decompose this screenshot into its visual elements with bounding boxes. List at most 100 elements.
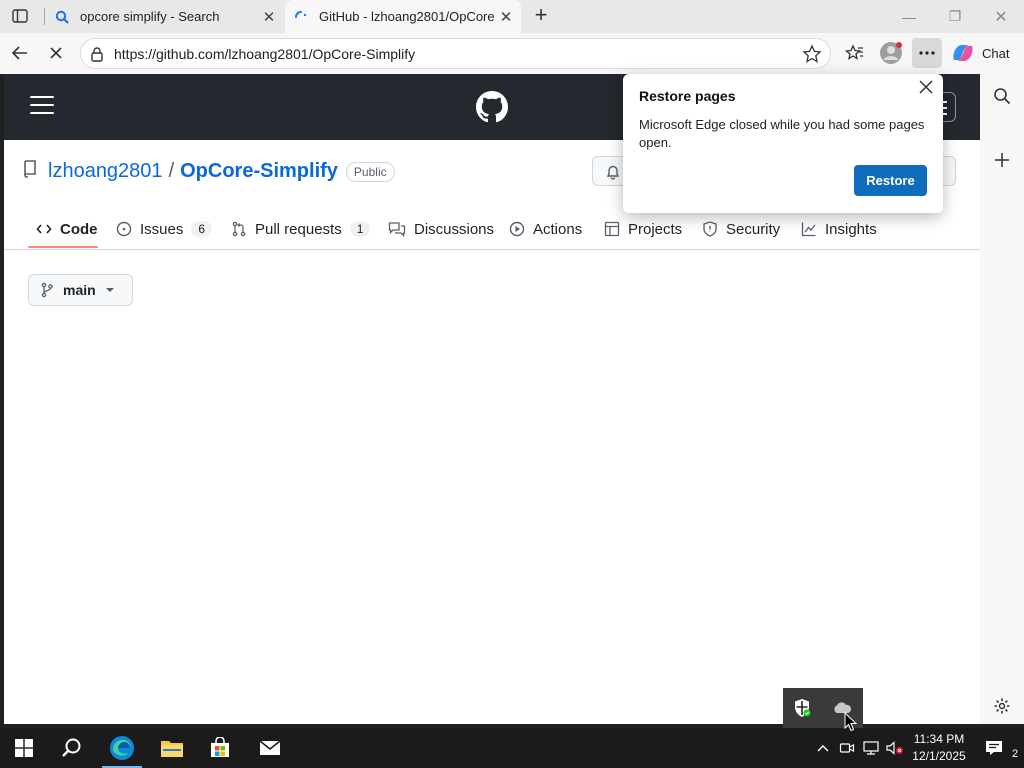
branch-select-button[interactable]: main bbox=[28, 274, 133, 306]
tab-title: GitHub - lzhoang2801/OpCore-Si bbox=[319, 9, 495, 24]
address-bar[interactable]: https://github.com/lzhoang2801/OpCore-Si… bbox=[80, 38, 831, 69]
start-button[interactable] bbox=[0, 728, 48, 768]
notification-center-button[interactable] bbox=[980, 728, 1008, 768]
back-button[interactable] bbox=[5, 38, 35, 68]
tab-projects[interactable]: Projects bbox=[604, 208, 682, 250]
meet-now-button[interactable] bbox=[836, 728, 858, 768]
sidebar-search-button[interactable] bbox=[987, 81, 1017, 111]
repo-name-link[interactable]: OpCore-Simplify bbox=[180, 160, 338, 183]
menu-icon[interactable] bbox=[30, 96, 54, 116]
tab-insights[interactable]: Insights bbox=[801, 208, 877, 250]
github-logo-icon[interactable] bbox=[476, 91, 508, 128]
show-hidden-icons-button[interactable] bbox=[812, 728, 834, 768]
clock-time: 11:34 PM bbox=[913, 732, 965, 746]
notification-count: 2 bbox=[1012, 748, 1019, 760]
tab-security[interactable]: Security bbox=[702, 208, 780, 250]
copilot-icon bbox=[953, 45, 973, 61]
repo-title: lzhoang2801 / OpCore-Simplify Public bbox=[22, 160, 395, 183]
discussions-icon bbox=[388, 221, 406, 237]
avatar bbox=[880, 42, 902, 64]
close-icon[interactable] bbox=[915, 76, 937, 98]
bell-icon bbox=[606, 165, 620, 180]
branch-name: main bbox=[63, 282, 96, 298]
tab-label: Issues bbox=[140, 220, 184, 238]
edge-sidebar bbox=[980, 74, 1024, 724]
issue-icon bbox=[116, 221, 132, 237]
settings-more-button[interactable] bbox=[912, 38, 942, 68]
play-icon bbox=[509, 221, 525, 237]
tab-github[interactable]: GitHub - lzhoang2801/OpCore-Si ✕ bbox=[285, 0, 521, 33]
taskbar-store[interactable] bbox=[196, 728, 244, 768]
tab-label: Pull requests bbox=[255, 220, 342, 238]
code-icon bbox=[36, 221, 52, 237]
taskbar-mail[interactable] bbox=[246, 728, 294, 768]
favorites-icon bbox=[845, 44, 863, 60]
new-tab-button[interactable]: + bbox=[528, 4, 554, 28]
tab-search[interactable]: opcore simplify - Search ✕ bbox=[46, 0, 284, 33]
tab-discussions[interactable]: Discussions bbox=[388, 208, 494, 250]
browser-toolbar: https://github.com/lzhoang2801/OpCore-Si… bbox=[0, 33, 1024, 74]
tab-actions-button[interactable] bbox=[6, 4, 34, 28]
chat-label: Chat bbox=[982, 45, 1010, 61]
mail-icon bbox=[259, 740, 281, 755]
selected-tab-underline bbox=[28, 246, 98, 248]
store-icon bbox=[211, 737, 229, 757]
tab-actions-icon bbox=[12, 9, 28, 23]
clock-date: 12/1/2025 bbox=[912, 749, 966, 763]
pull-requests-count: 1 bbox=[349, 221, 371, 237]
profile-button[interactable] bbox=[876, 38, 906, 68]
search-icon bbox=[994, 88, 1011, 105]
copilot-chat-button[interactable]: Chat bbox=[950, 38, 1009, 68]
taskbar-file-explorer[interactable] bbox=[148, 728, 196, 768]
more-dots-icon bbox=[919, 51, 935, 55]
repo-nav: Code Issues 6 Pull requests 1 Discussion… bbox=[4, 208, 980, 250]
taskbar: 11:34 PM 12/1/2025 2 bbox=[0, 728, 1024, 768]
repo-icon bbox=[22, 160, 38, 183]
favorites-button[interactable] bbox=[840, 38, 870, 68]
windows-logo-icon bbox=[15, 739, 33, 757]
tab-separator bbox=[44, 8, 45, 25]
gear-icon bbox=[994, 698, 1010, 714]
tab-issues[interactable]: Issues 6 bbox=[116, 208, 213, 250]
tab-label: Code bbox=[60, 220, 98, 238]
sidebar-add-button[interactable] bbox=[987, 145, 1017, 175]
tab-pull-requests[interactable]: Pull requests 1 bbox=[231, 208, 371, 250]
restore-pages-popup: Restore pages Microsoft Edge closed whil… bbox=[623, 74, 943, 213]
search-icon bbox=[54, 9, 70, 25]
tab-label: Insights bbox=[825, 220, 877, 238]
back-arrow-icon bbox=[11, 46, 27, 60]
edge-icon bbox=[110, 736, 134, 760]
tab-close-icon[interactable]: ✕ bbox=[495, 6, 517, 28]
table-icon bbox=[604, 221, 620, 237]
taskbar-clock[interactable]: 11:34 PM 12/1/2025 bbox=[906, 731, 972, 765]
network-icon bbox=[863, 741, 879, 755]
network-button[interactable] bbox=[860, 728, 882, 768]
notification-icon bbox=[986, 741, 1002, 755]
chevron-up-icon bbox=[817, 745, 829, 752]
tab-close-icon[interactable]: ✕ bbox=[258, 6, 280, 28]
sidebar-settings-button[interactable] bbox=[987, 691, 1017, 721]
tab-actions[interactable]: Actions bbox=[509, 208, 582, 250]
favorite-star-icon[interactable] bbox=[802, 44, 822, 69]
restore-button[interactable]: Restore bbox=[854, 165, 927, 196]
plus-icon bbox=[995, 153, 1009, 167]
taskbar-edge[interactable] bbox=[98, 728, 146, 768]
volume-muted-icon bbox=[886, 741, 903, 755]
repo-owner-link[interactable]: lzhoang2801 bbox=[48, 160, 163, 183]
tab-code[interactable]: Code bbox=[36, 208, 98, 250]
close-window-button[interactable]: ✕ bbox=[978, 0, 1024, 33]
repo-separator: / bbox=[168, 160, 175, 182]
popup-message: Microsoft Edge closed while you had some… bbox=[639, 117, 925, 150]
volume-button[interactable] bbox=[884, 728, 906, 768]
graph-icon bbox=[801, 221, 817, 237]
taskbar-search-button[interactable] bbox=[48, 728, 96, 768]
tab-label: Security bbox=[726, 220, 781, 238]
restore-button[interactable]: ❐ bbox=[932, 0, 978, 33]
mouse-cursor-icon bbox=[844, 712, 858, 732]
stop-icon bbox=[50, 47, 62, 59]
stop-button[interactable] bbox=[41, 38, 71, 68]
defender-shield-icon[interactable] bbox=[790, 696, 814, 720]
chevron-down-icon bbox=[105, 288, 114, 292]
camera-icon bbox=[839, 743, 855, 753]
minimize-button[interactable]: — bbox=[886, 0, 932, 33]
